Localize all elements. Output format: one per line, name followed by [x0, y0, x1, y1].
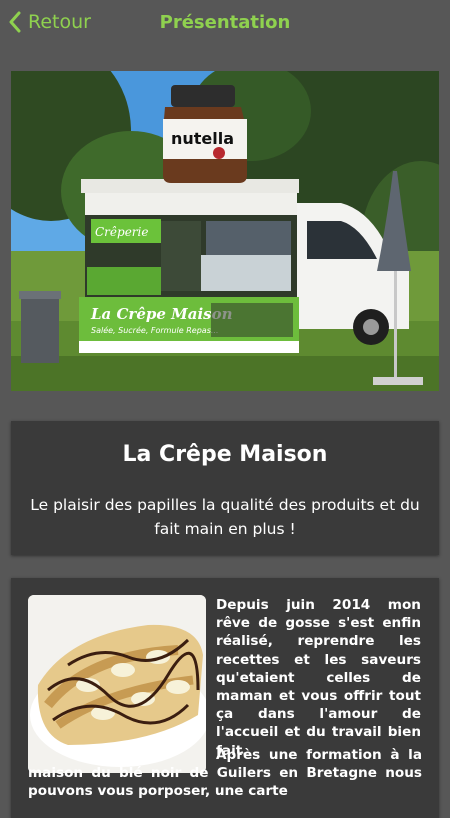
back-button[interactable]: Retour [8, 11, 91, 33]
intro-text: Le plaisir des papilles la qualité des p… [30, 496, 420, 538]
story-paragraph-1: Depuis juin 2014 mon rêve de gosse s'est… [216, 597, 421, 759]
jar-label-text: nutella [171, 129, 234, 148]
truck-sign-text: Crêperie [95, 225, 148, 239]
story-paragraph-2: Après une formation à la maison du blé n… [28, 746, 422, 801]
story-card: Depuis juin 2014 mon rêve de gosse s'est… [11, 578, 439, 818]
truck-tagline-text: Salée, Sucrée, Formule Repas... [91, 325, 219, 335]
back-label: Retour [28, 11, 91, 33]
food-truck-photo: Crêperie La Crêpe Maison Salée, Sucrée, … [11, 71, 439, 391]
top-bar: Retour Présentation [0, 0, 450, 50]
chevron-left-icon [9, 11, 21, 33]
intro-card: La Crêpe Maison Le plaisir des papilles … [11, 421, 439, 555]
food-truck-image: Crêperie La Crêpe Maison Salée, Sucrée, … [11, 71, 439, 391]
intro-heading: La Crêpe Maison [122, 442, 328, 467]
